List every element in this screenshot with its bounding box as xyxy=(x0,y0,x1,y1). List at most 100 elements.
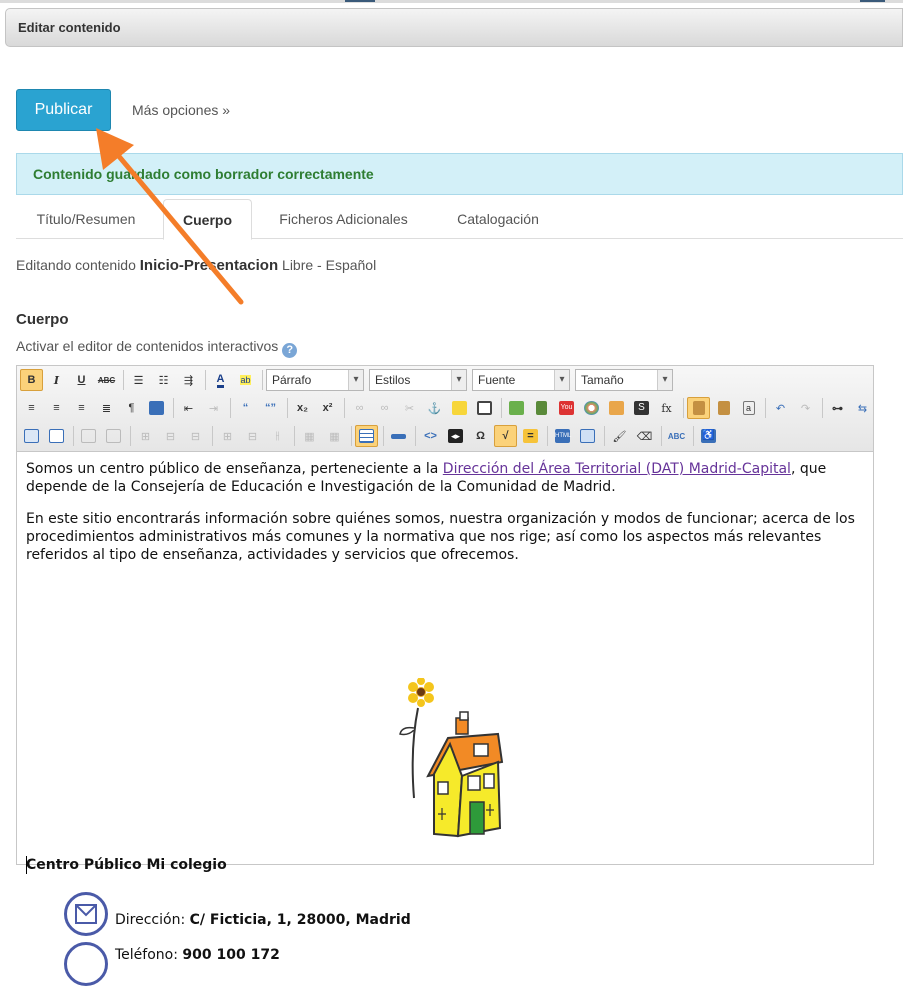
replace-icon[interactable]: ⇆ xyxy=(851,397,874,419)
more-options-link[interactable]: Más opciones » xyxy=(132,102,230,118)
video-icon[interactable] xyxy=(530,397,553,419)
underline-icon[interactable]: U xyxy=(70,369,93,391)
blockquote-icon[interactable]: “ xyxy=(234,397,257,419)
anchor-icon[interactable]: ⚓ xyxy=(423,397,446,419)
table-row-icon[interactable] xyxy=(77,425,100,447)
styles-select[interactable]: Estilos xyxy=(369,369,467,391)
outdent-icon[interactable]: ⇤ xyxy=(177,397,200,419)
unlink-icon[interactable]: ∞ xyxy=(373,397,396,419)
nav-icon[interactable]: ◂▸ xyxy=(444,425,467,447)
bold-icon[interactable]: B xyxy=(20,369,43,391)
undo-icon[interactable]: ↶ xyxy=(769,397,792,419)
paste-word-icon[interactable] xyxy=(712,397,735,419)
interactive-editor-label[interactable]: Activar el editor de contenidos interact… xyxy=(16,338,278,354)
scribd-icon[interactable]: S xyxy=(630,397,653,419)
sqrt-icon[interactable]: √ xyxy=(494,425,517,447)
paragraph-info: En este sitio encontrarás información so… xyxy=(26,511,855,563)
insert-row-icon[interactable]: ⊞ xyxy=(134,425,157,447)
eraser-icon[interactable]: ⌫ xyxy=(633,425,656,447)
youtube-icon[interactable]: You xyxy=(555,397,578,419)
delete-col-icon[interactable]: ⊟ xyxy=(241,425,264,447)
rtl-icon[interactable] xyxy=(145,397,168,419)
font-color-icon[interactable]: A xyxy=(209,369,232,391)
insert-col-icon[interactable]: ⊞ xyxy=(216,425,239,447)
format-select[interactable]: Párrafo xyxy=(266,369,364,391)
redo-icon[interactable]: ↷ xyxy=(794,397,817,419)
image-icon[interactable] xyxy=(505,397,528,419)
split-row-icon[interactable]: ⊟ xyxy=(184,425,207,447)
dat-link[interactable]: Dirección del Área Territorial (DAT) Mad… xyxy=(443,461,791,477)
preview-icon[interactable] xyxy=(576,425,599,447)
phone-label: Teléfono: xyxy=(115,947,178,963)
split-col-icon[interactable]: ⫲ xyxy=(266,425,289,447)
cell-props-icon[interactable]: ▦ xyxy=(323,425,346,447)
superscript-icon[interactable]: x² xyxy=(316,397,339,419)
code-icon[interactable]: <> xyxy=(419,425,442,447)
align-right-icon[interactable]: ≡ xyxy=(70,397,93,419)
ltr-icon[interactable]: ¶ xyxy=(120,397,143,419)
envelope-icon xyxy=(64,892,108,936)
template-icon[interactable] xyxy=(20,425,43,447)
merge-cells-icon[interactable]: ▦ xyxy=(298,425,321,447)
indent-icon[interactable]: ⇶ xyxy=(177,369,200,391)
indent-more-icon[interactable]: ⇥ xyxy=(202,397,225,419)
spellcheck-icon[interactable]: ABC xyxy=(665,425,688,447)
tab-cuerpo[interactable]: Cuerpo xyxy=(163,199,252,240)
tab-catalogacion[interactable]: Catalogación xyxy=(441,199,555,239)
widget-icon[interactable] xyxy=(605,397,628,419)
publish-button[interactable]: Publicar xyxy=(16,89,111,131)
intro-text: Somos un centro público de enseñanza, pe… xyxy=(26,461,443,477)
html-source-icon[interactable]: HTML xyxy=(551,425,574,447)
italic-icon[interactable]: I xyxy=(45,369,68,391)
interactive-editor-toggle[interactable]: Activar el editor de contenidos interact… xyxy=(16,338,298,358)
help-icon[interactable]: ? xyxy=(282,343,298,358)
editing-prefix: Editando contenido xyxy=(16,257,136,273)
size-select-value: Tamaño xyxy=(581,373,624,387)
phone-line: Teléfono: 900 100 172 xyxy=(115,946,280,964)
success-alert: Contenido guardado como borrador correct… xyxy=(16,153,903,195)
frame-icon[interactable] xyxy=(473,397,496,419)
highlight-icon[interactable]: ab xyxy=(234,369,257,391)
house-icon xyxy=(426,711,504,838)
format-painter-icon[interactable]: 🖌 xyxy=(608,425,631,447)
paragraph-intro: Somos un centro público de enseñanza, pe… xyxy=(26,460,866,496)
special-char-icon[interactable]: Ω xyxy=(469,425,492,447)
find-icon[interactable]: ⊶ xyxy=(826,397,849,419)
flower-icon xyxy=(399,678,434,799)
link-icon[interactable]: ∞ xyxy=(348,397,371,419)
address-value: C/ Ficticia, 1, 28000, Madrid xyxy=(189,912,411,928)
justify-icon[interactable]: ≣ xyxy=(95,397,118,419)
comment-icon[interactable] xyxy=(448,397,471,419)
numbered-list-icon[interactable]: ☷ xyxy=(152,369,175,391)
paste-text-icon[interactable]: a xyxy=(737,397,760,419)
edit-form-icon[interactable] xyxy=(45,425,68,447)
center-title: Centro Público Mi colegio xyxy=(26,857,227,873)
accessibility-icon[interactable]: ♿ xyxy=(697,425,720,447)
toolbar-row-1: B I U ABC ☰ ☷ ⇶ A ab Párrafo Estilos Fue… xyxy=(20,368,678,392)
rich-text-editor: B I U ABC ☰ ☷ ⇶ A ab Párrafo Estilos Fue… xyxy=(16,365,874,986)
bullet-list-icon[interactable]: ☰ xyxy=(127,369,150,391)
size-select[interactable]: Tamaño xyxy=(575,369,673,391)
horizontal-rule-icon[interactable] xyxy=(387,425,410,447)
table-cell-icon[interactable] xyxy=(102,425,125,447)
unlink-2-icon[interactable]: ✂ xyxy=(398,397,421,419)
equals-icon[interactable]: = xyxy=(519,425,542,447)
gallery-icon[interactable] xyxy=(580,397,603,419)
align-center-icon[interactable]: ≡ xyxy=(45,397,68,419)
table-icon[interactable] xyxy=(355,425,378,447)
align-left-icon[interactable]: ≡ xyxy=(20,397,43,419)
format-select-value: Párrafo xyxy=(272,373,312,387)
tab-ficheros-adicionales[interactable]: Ficheros Adicionales xyxy=(262,199,425,239)
editor-content[interactable]: Somos un centro público de enseñanza, pe… xyxy=(26,460,866,986)
font-select[interactable]: Fuente xyxy=(472,369,570,391)
subscript-icon[interactable]: x₂ xyxy=(291,397,314,419)
house-flower-illustration xyxy=(399,678,504,838)
strikethrough-icon[interactable]: ABC xyxy=(95,369,118,391)
editing-info: Editando contenido Inicio-Presentacion L… xyxy=(16,257,376,274)
paste-icon[interactable] xyxy=(687,397,710,419)
quote-icon[interactable]: “” xyxy=(259,397,282,419)
delete-row-icon[interactable]: ⊟ xyxy=(159,425,182,447)
phone-icon xyxy=(64,942,108,986)
formula-icon[interactable]: fx xyxy=(655,397,678,419)
tab-titulo-resumen[interactable]: Título/Resumen xyxy=(16,199,156,239)
